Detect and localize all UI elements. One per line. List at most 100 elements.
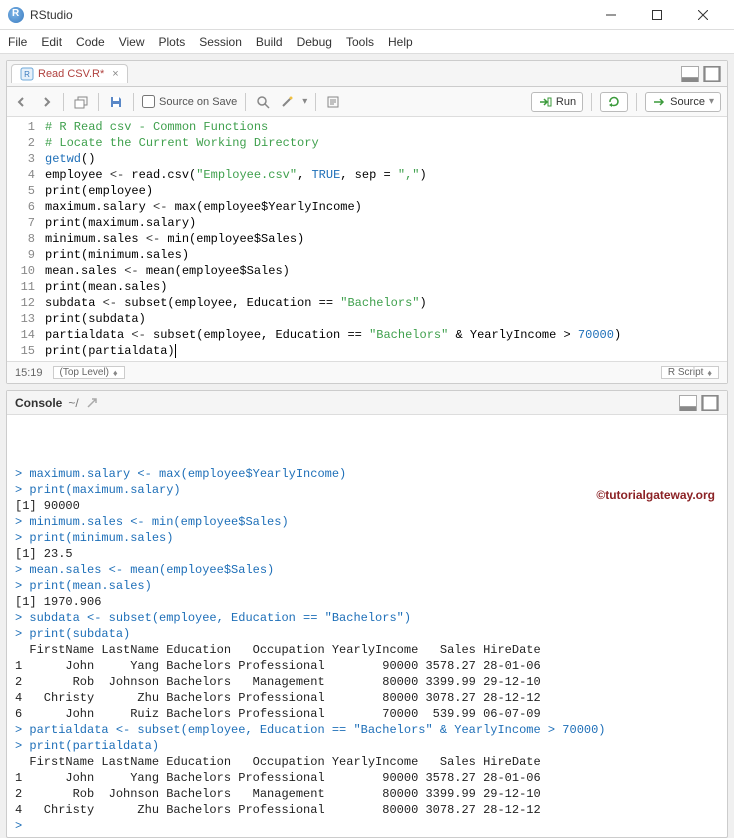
menu-tools[interactable]: Tools [346, 35, 374, 49]
source-statusbar: 15:19 (Top Level) ♦ R Script ♦ [7, 361, 727, 383]
console-line: > maximum.salary <- max(employee$YearlyI… [15, 466, 719, 482]
tab-filename: Read CSV.R* [38, 68, 104, 80]
console-popout-icon[interactable] [83, 394, 101, 412]
compile-report-icon[interactable] [324, 93, 342, 111]
language-selector[interactable]: R Script ♦ [661, 366, 719, 379]
console-line: 6 John Ruiz Bachelors Professional 70000… [15, 706, 719, 722]
line-number: 11 [7, 279, 35, 295]
line-number: 15 [7, 343, 35, 359]
menu-view[interactable]: View [119, 35, 145, 49]
rstudio-icon [8, 7, 24, 23]
menu-code[interactable]: Code [76, 35, 105, 49]
console-line: 4 Christy Zhu Bachelors Professional 800… [15, 802, 719, 818]
console-line: > print(mean.sales) [15, 578, 719, 594]
find-icon[interactable] [254, 93, 272, 111]
window-titlebar: RStudio [0, 0, 734, 30]
svg-text:R: R [24, 70, 30, 79]
console-line: FirstName LastName Education Occupation … [15, 754, 719, 770]
code-line[interactable]: # R Read csv - Common Functions [45, 119, 727, 135]
maximize-pane-icon[interactable] [703, 66, 721, 82]
tab-close-icon[interactable]: × [112, 68, 118, 80]
console-path: ~/ [68, 396, 78, 410]
line-number: 7 [7, 215, 35, 231]
close-button[interactable] [680, 0, 726, 30]
console-line: > print(minimum.sales) [15, 530, 719, 546]
code-editor[interactable]: 123456789101112131415 # R Read csv - Com… [7, 117, 727, 361]
code-lines[interactable]: # R Read csv - Common Functions# Locate … [45, 119, 727, 359]
console-line: > mean.sales <- mean(employee$Sales) [15, 562, 719, 578]
console-pane: Console ~/ ©tutorialgateway.org > maximu… [6, 390, 728, 838]
window-controls [588, 0, 726, 30]
back-icon[interactable] [13, 93, 31, 111]
source-button[interactable]: Source ▾ [645, 92, 721, 112]
console-line: [1] 23.5 [15, 546, 719, 562]
code-line[interactable]: print(employee) [45, 183, 727, 199]
line-gutter: 123456789101112131415 [7, 119, 45, 359]
code-line[interactable]: print(subdata) [45, 311, 727, 327]
rerun-button[interactable] [600, 92, 628, 112]
code-line[interactable]: employee <- read.csv("Employee.csv", TRU… [45, 167, 727, 183]
line-number: 5 [7, 183, 35, 199]
show-in-new-window-icon[interactable] [72, 93, 90, 111]
code-line[interactable]: print(mean.sales) [45, 279, 727, 295]
minimize-button[interactable] [588, 0, 634, 30]
menu-edit[interactable]: Edit [41, 35, 62, 49]
maximize-button[interactable] [634, 0, 680, 30]
code-line[interactable]: minimum.sales <- min(employee$Sales) [45, 231, 727, 247]
line-number: 3 [7, 151, 35, 167]
console-line: > print(partialdata) [15, 738, 719, 754]
console-line: > print(subdata) [15, 626, 719, 642]
cursor-position: 15:19 [15, 367, 43, 379]
line-number: 14 [7, 327, 35, 343]
watermark: ©tutorialgateway.org [596, 487, 715, 503]
forward-icon[interactable] [37, 93, 55, 111]
console-line: 4 Christy Zhu Bachelors Professional 800… [15, 690, 719, 706]
scope-selector[interactable]: (Top Level) ♦ [53, 366, 125, 379]
console-line: 2 Rob Johnson Bachelors Management 80000… [15, 674, 719, 690]
window-title: RStudio [30, 8, 588, 22]
line-number: 2 [7, 135, 35, 151]
console-line: > subdata <- subset(employee, Education … [15, 610, 719, 626]
source-on-save-input[interactable] [142, 95, 155, 108]
source-label: Source [670, 96, 705, 108]
menu-file[interactable]: File [8, 35, 27, 49]
menu-debug[interactable]: Debug [297, 35, 332, 49]
scope-label: (Top Level) [60, 367, 109, 378]
code-line[interactable]: subdata <- subset(employee, Education ==… [45, 295, 727, 311]
run-button[interactable]: Run [531, 92, 583, 112]
code-line[interactable]: # Locate the Current Working Directory [45, 135, 727, 151]
menu-build[interactable]: Build [256, 35, 283, 49]
code-line[interactable]: print(partialdata) [45, 343, 727, 359]
line-number: 12 [7, 295, 35, 311]
line-number: 10 [7, 263, 35, 279]
console-line: > minimum.sales <- min(employee$Sales) [15, 514, 719, 530]
line-number: 13 [7, 311, 35, 327]
source-on-save-checkbox[interactable]: Source on Save [142, 95, 237, 108]
wand-icon[interactable] [278, 93, 296, 111]
code-line[interactable]: print(maximum.salary) [45, 215, 727, 231]
menu-plots[interactable]: Plots [159, 35, 186, 49]
menu-session[interactable]: Session [199, 35, 242, 49]
console-line: FirstName LastName Education Occupation … [15, 642, 719, 658]
console-title: Console [15, 396, 62, 410]
line-number: 1 [7, 119, 35, 135]
console-output[interactable]: ©tutorialgateway.org > maximum.salary <-… [7, 415, 727, 837]
line-number: 6 [7, 199, 35, 215]
run-label: Run [556, 96, 576, 108]
code-line[interactable]: mean.sales <- mean(employee$Sales) [45, 263, 727, 279]
menu-help[interactable]: Help [388, 35, 413, 49]
file-tab[interactable]: R Read CSV.R* × [11, 64, 128, 83]
minimize-pane-icon[interactable] [681, 66, 699, 82]
code-line[interactable]: partialdata <- subset(employee, Educatio… [45, 327, 727, 343]
source-tabbar: R Read CSV.R* × [7, 61, 727, 87]
code-line[interactable]: print(minimum.sales) [45, 247, 727, 263]
minimize-console-icon[interactable] [679, 395, 697, 411]
console-line: > partialdata <- subset(employee, Educat… [15, 722, 719, 738]
console-line: 1 John Yang Bachelors Professional 90000… [15, 770, 719, 786]
save-icon[interactable] [107, 93, 125, 111]
code-line[interactable]: getwd() [45, 151, 727, 167]
maximize-console-icon[interactable] [701, 395, 719, 411]
console-line: [1] 1970.906 [15, 594, 719, 610]
code-line[interactable]: maximum.salary <- max(employee$YearlyInc… [45, 199, 727, 215]
source-on-save-label: Source on Save [159, 96, 237, 108]
